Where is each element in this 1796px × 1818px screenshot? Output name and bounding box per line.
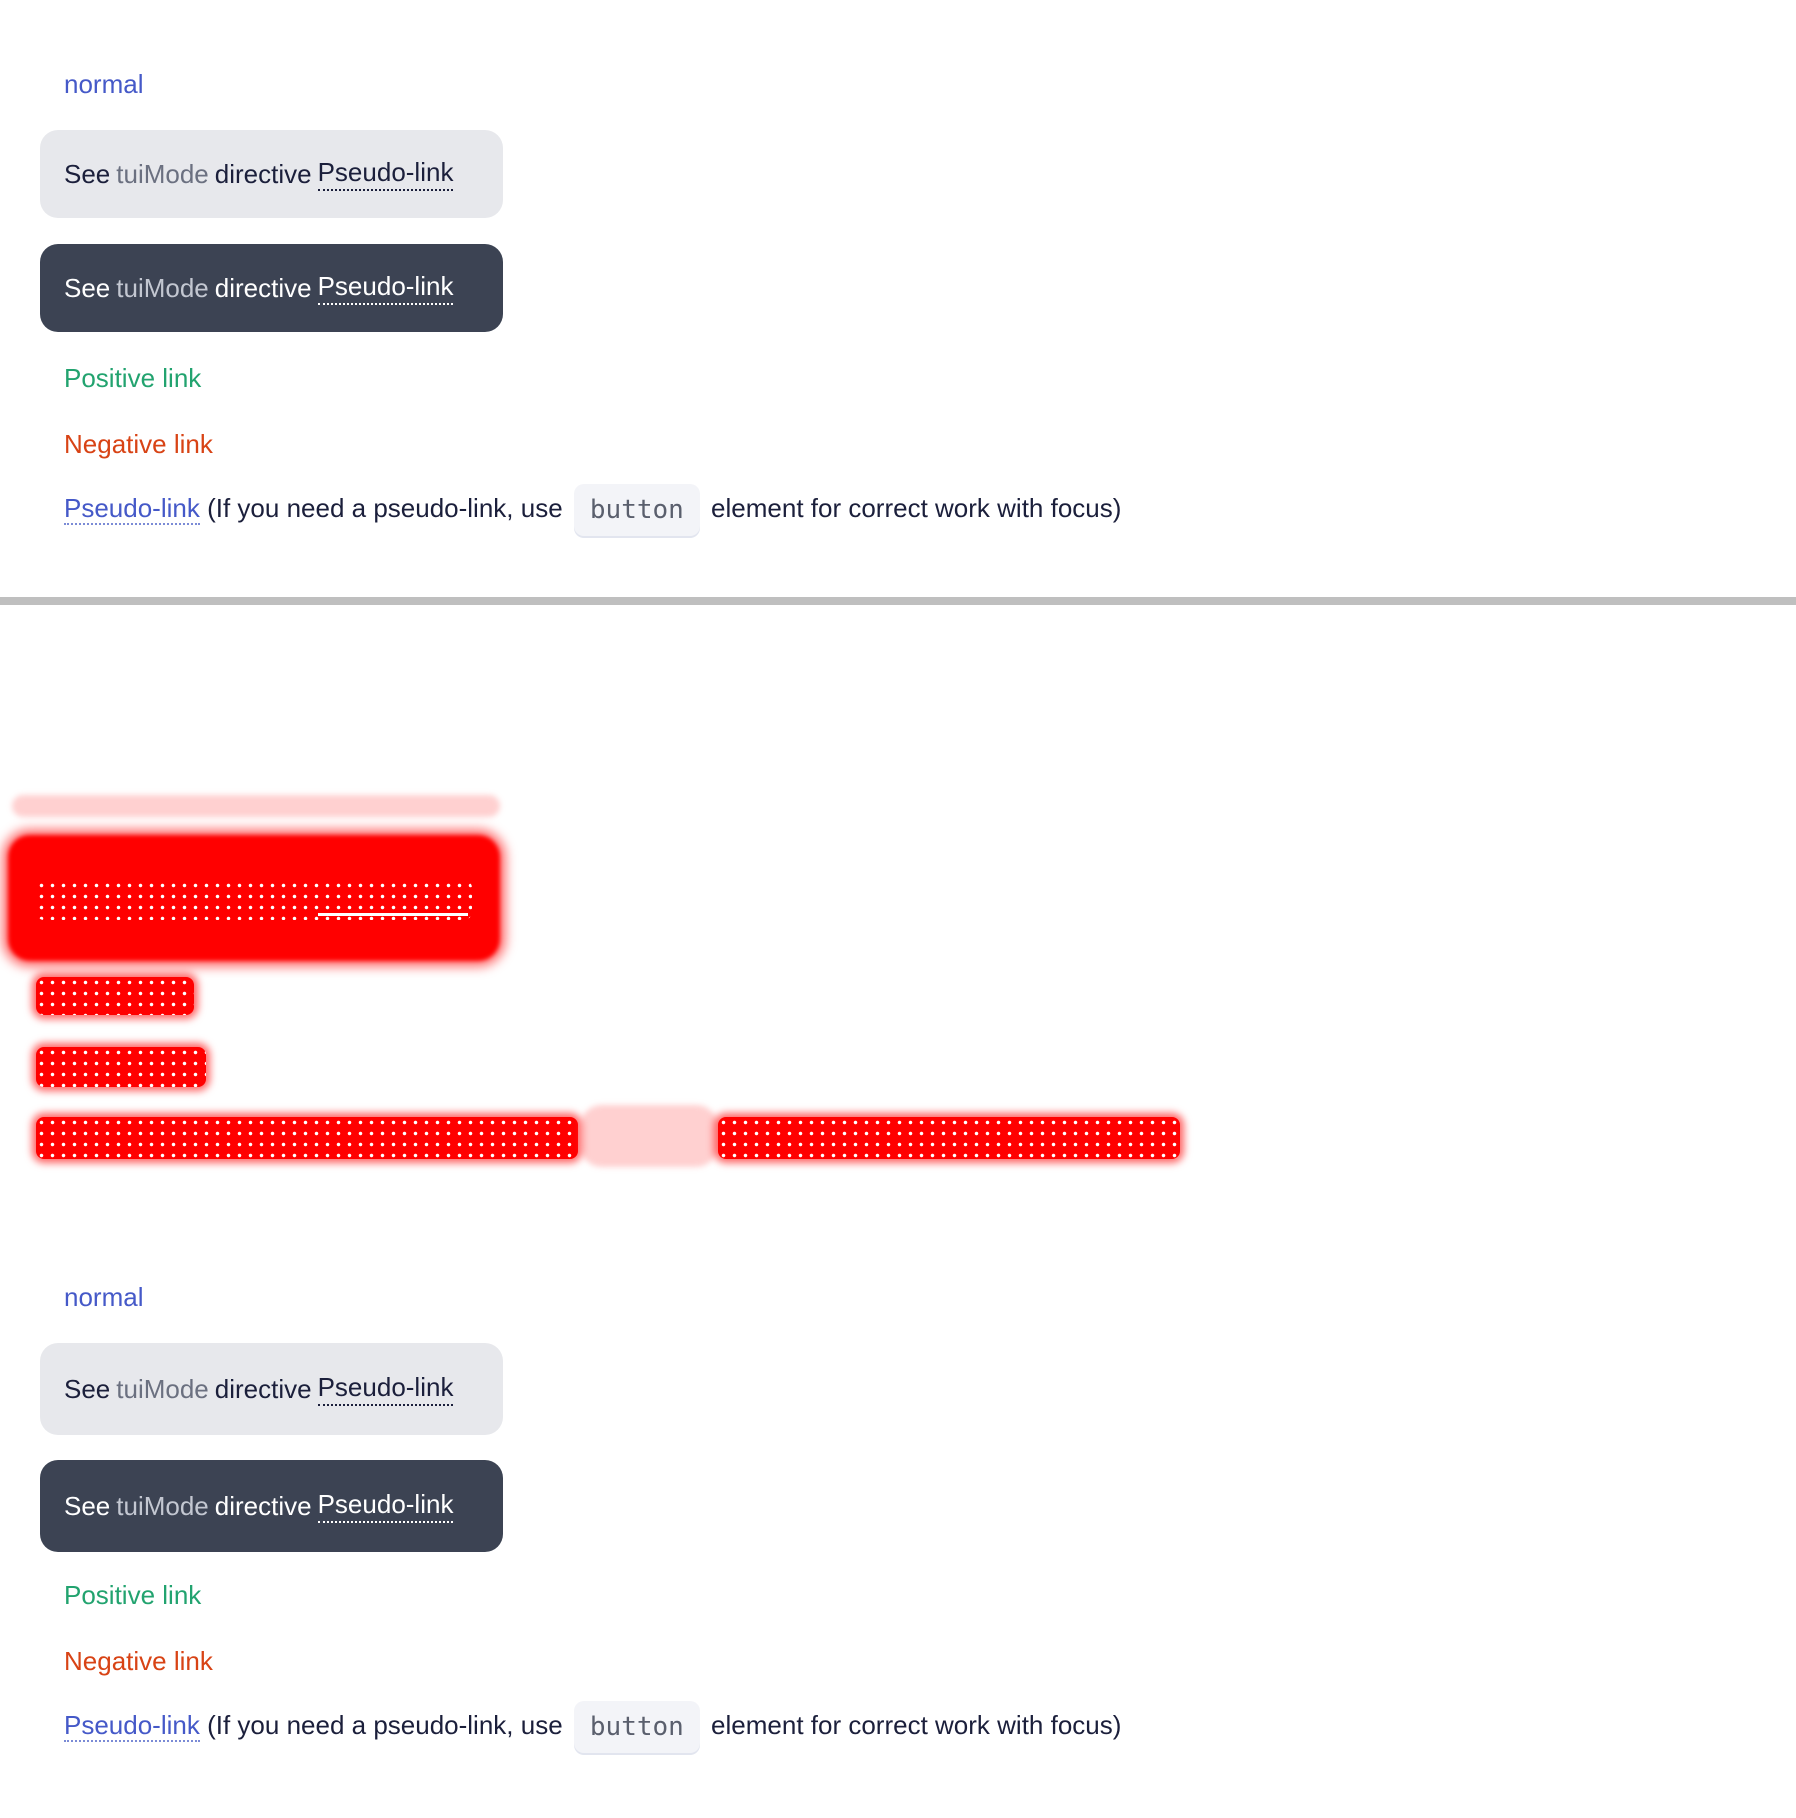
see-text: See	[64, 272, 111, 303]
diff-highlight-area	[0, 605, 1796, 1205]
mode-text: tuiMode	[116, 272, 209, 303]
directive-text: directive	[214, 1490, 312, 1521]
normal-link[interactable]: normal	[64, 68, 143, 100]
mode-text: tuiMode	[116, 158, 209, 189]
pseudo-hint-text: (If you need a pseudo-link, use	[207, 1709, 563, 1740]
mode-box-dark: See tuiMode directive Pseudo-link	[40, 1460, 503, 1552]
code-snippet: button	[573, 484, 700, 536]
diff-noise-code	[580, 1105, 718, 1167]
mode-text: tuiMode	[116, 1373, 209, 1404]
pseudo-link[interactable]: Pseudo-link	[317, 271, 454, 305]
see-text: See	[64, 158, 111, 189]
top-panel: normal See tuiMode directive Pseudo-link…	[0, 0, 1796, 597]
mode-box-dark: See tuiMode directive Pseudo-link	[40, 244, 503, 332]
pseudo-link-row: Pseudo-link (If you need a pseudo-link, …	[64, 1701, 1121, 1753]
code-snippet: button	[573, 1701, 700, 1753]
mode-box-light: See tuiMode directive Pseudo-link	[40, 130, 503, 218]
pseudo-hint-text-end: element for correct work with focus)	[711, 492, 1122, 523]
mode-box-light: See tuiMode directive Pseudo-link	[40, 1343, 503, 1435]
diff-noise-positive	[36, 977, 194, 1015]
directive-text: directive	[214, 1373, 312, 1404]
directive-text: directive	[214, 272, 312, 303]
diff-noise-negative	[36, 1047, 206, 1087]
pseudo-link-row: Pseudo-link (If you need a pseudo-link, …	[64, 484, 1121, 536]
diff-noise-pseudo-row-start	[36, 1117, 578, 1159]
pseudo-link[interactable]: Pseudo-link	[64, 492, 200, 525]
pseudo-link[interactable]: Pseudo-link	[317, 157, 454, 191]
pseudo-hint-text-end: element for correct work with focus)	[711, 1709, 1122, 1740]
panel-divider	[0, 597, 1796, 605]
see-text: See	[64, 1490, 111, 1521]
diff-noise-underline	[318, 913, 468, 916]
pseudo-hint-text: (If you need a pseudo-link, use	[207, 492, 563, 523]
negative-link[interactable]: Negative link	[64, 1645, 213, 1677]
pseudo-link[interactable]: Pseudo-link	[317, 1372, 454, 1406]
mode-text: tuiMode	[116, 1490, 209, 1521]
directive-text: directive	[214, 158, 312, 189]
bottom-panel: normal See tuiMode directive Pseudo-link…	[0, 605, 1796, 1818]
diff-noise-pseudo-row-end	[718, 1117, 1180, 1159]
pseudo-link[interactable]: Pseudo-link	[64, 1709, 200, 1742]
diff-highlight-top-edge	[12, 795, 500, 817]
positive-link[interactable]: Positive link	[64, 362, 201, 394]
negative-link[interactable]: Negative link	[64, 428, 213, 460]
pseudo-link[interactable]: Pseudo-link	[317, 1489, 454, 1523]
see-text: See	[64, 1373, 111, 1404]
normal-link[interactable]: normal	[64, 1281, 143, 1313]
positive-link[interactable]: Positive link	[64, 1579, 201, 1611]
